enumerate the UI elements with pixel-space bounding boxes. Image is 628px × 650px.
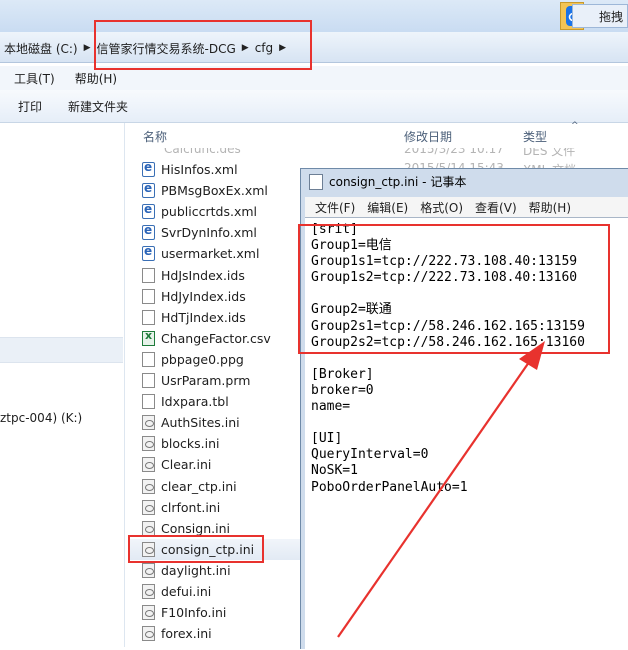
annotation-arrow-head xyxy=(519,341,545,370)
annotation-arrow xyxy=(337,341,545,638)
annotation-arrow-shaft xyxy=(337,354,535,638)
